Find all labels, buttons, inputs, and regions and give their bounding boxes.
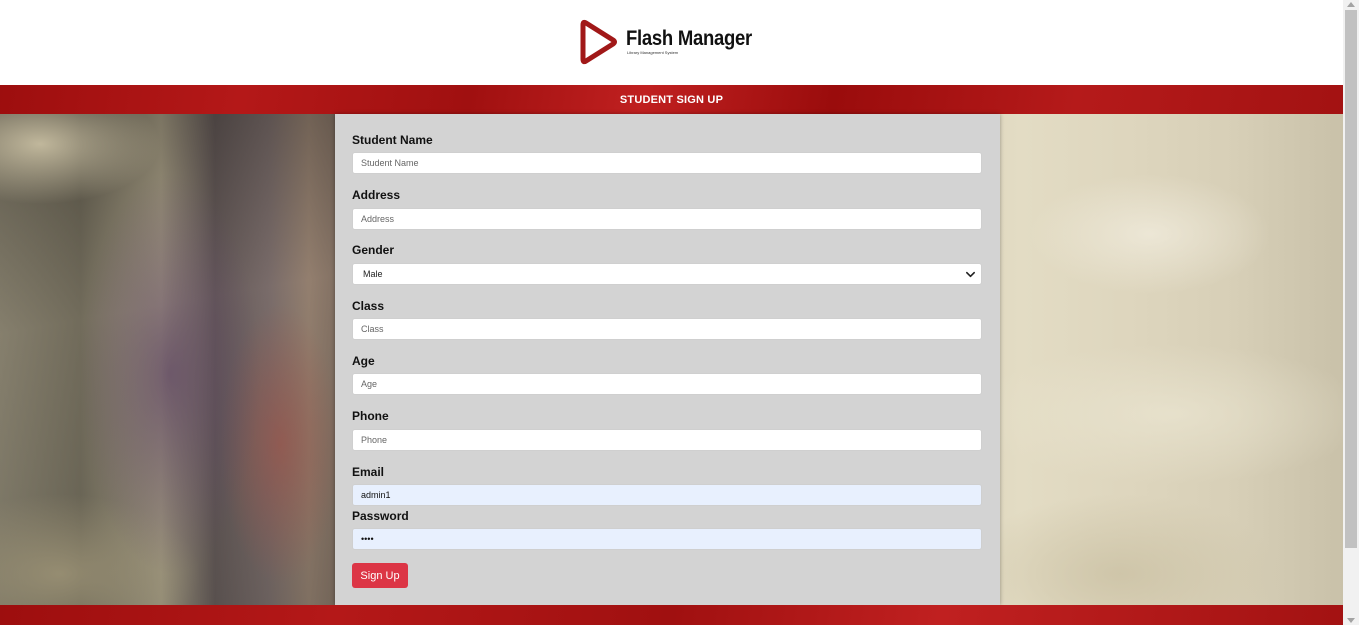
- scrollbar-thumb[interactable]: [1345, 10, 1357, 548]
- signup-button[interactable]: Sign Up: [352, 563, 408, 588]
- email-label: Email: [352, 465, 385, 479]
- password-input[interactable]: [352, 528, 982, 550]
- title-bar: STUDENT SIGN UP: [0, 85, 1343, 114]
- signup-form: Student Name Address Gender Male Class A…: [335, 114, 1000, 605]
- gender-label: Gender: [352, 243, 395, 257]
- brand-logo[interactable]: Flash Manager Library Management System: [580, 18, 769, 66]
- address-input[interactable]: [352, 208, 982, 230]
- vertical-scrollbar[interactable]: [1343, 0, 1359, 625]
- phone-input[interactable]: [352, 429, 982, 451]
- email-input[interactable]: [352, 484, 982, 506]
- gender-select[interactable]: Male: [352, 263, 982, 285]
- class-input[interactable]: [352, 318, 982, 340]
- brand-name: Flash Manager: [626, 27, 752, 50]
- header: Flash Manager Library Management System: [0, 0, 1343, 85]
- phone-label: Phone: [352, 409, 389, 423]
- page: Flash Manager Library Management System …: [0, 0, 1343, 625]
- class-label: Class: [352, 299, 385, 313]
- brand-tagline: Library Management System: [627, 50, 679, 55]
- age-input[interactable]: [352, 373, 982, 395]
- student-name-label: Student Name: [352, 133, 433, 147]
- age-label: Age: [352, 354, 375, 368]
- password-label: Password: [352, 509, 409, 523]
- play-triangle-icon: [580, 19, 617, 65]
- scroll-up-arrow-icon[interactable]: [1347, 2, 1355, 7]
- gender-selected-value: Male: [363, 269, 383, 279]
- address-label: Address: [352, 188, 401, 202]
- student-name-input[interactable]: [352, 152, 982, 174]
- footer-bar: [0, 605, 1343, 625]
- page-title: STUDENT SIGN UP: [619, 93, 724, 106]
- chevron-down-icon: [966, 271, 975, 278]
- scroll-down-arrow-icon[interactable]: [1347, 618, 1355, 623]
